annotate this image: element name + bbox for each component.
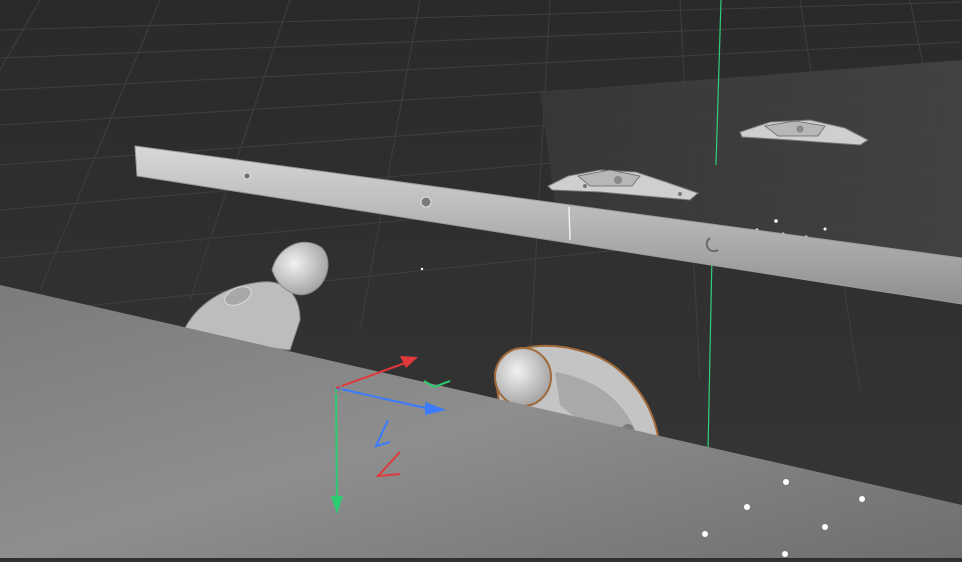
3d-viewport[interactable] — [0, 0, 962, 558]
